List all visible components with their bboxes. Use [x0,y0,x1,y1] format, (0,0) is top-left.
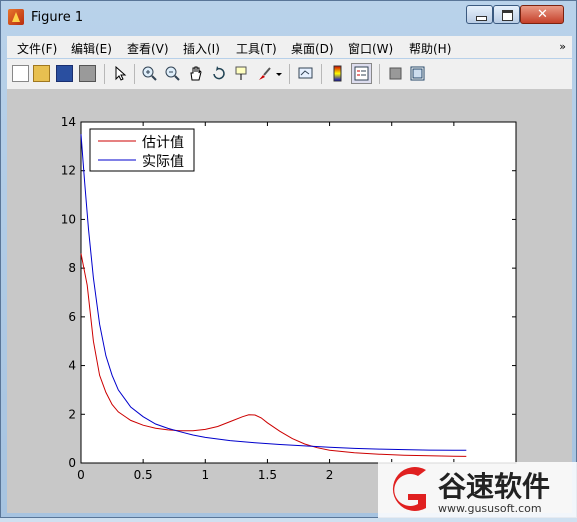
rotate-3d-icon[interactable] [210,65,227,82]
zoom-out-icon[interactable] [164,65,181,82]
close-button[interactable]: ✕ [520,5,564,24]
x-tick-label: 1.5 [258,468,277,482]
y-tick-label: 14 [61,115,76,129]
line-chart[interactable]: 0 0.5 1 1.5 2 0 2 4 6 8 10 12 14 估计值实际值 [7,90,572,513]
menu-file[interactable]: 文件(F) [17,40,57,57]
zoom-in-icon[interactable] [141,65,158,82]
menu-edit[interactable]: 编辑(E) [71,40,112,57]
hide-plot-tools-icon[interactable] [387,65,404,82]
pan-hand-icon[interactable] [187,65,204,82]
close-icon: ✕ [537,7,548,22]
open-file-icon[interactable] [33,65,50,82]
x-tick-label: 1 [201,468,209,482]
watermark-url: www.gususoft.com [438,502,542,515]
data-cursor-icon[interactable] [233,65,250,82]
figure-canvas: 0 0.5 1 1.5 2 0 2 4 6 8 10 12 14 估计值实际值 [7,90,572,513]
menu-tools[interactable]: 工具(T) [236,40,277,57]
legend-toggle-icon[interactable] [351,63,372,84]
maximize-icon [502,10,513,21]
y-tick-label: 2 [68,407,76,421]
y-tick-label: 12 [61,164,76,178]
y-tick-label: 4 [68,359,76,373]
x-tick-label: 0.5 [134,468,153,482]
watermark-brand: 谷速软件 [438,470,550,503]
figure-window: Figure 1 ✕ 文件(F) 编辑(E) 查看(V) 插入(I) 工具(T)… [0,0,577,518]
save-icon[interactable] [56,65,73,82]
menu-desktop[interactable]: 桌面(D) [291,40,334,57]
axes-box [80,121,517,464]
title-bar[interactable]: Figure 1 ✕ [1,1,576,31]
brush-icon[interactable] [256,65,273,82]
x-tick-label: 2 [326,468,334,482]
figure-toolbar [7,59,572,90]
menu-bar: 文件(F) 编辑(E) 查看(V) 插入(I) 工具(T) 桌面(D) 窗口(W… [7,36,572,58]
window-title: Figure 1 [31,10,84,25]
print-icon[interactable] [79,65,96,82]
minimize-button[interactable] [466,5,493,24]
y-tick-label: 10 [61,212,76,226]
menu-help[interactable]: 帮助(H) [409,40,451,57]
pointer-arrow-icon[interactable] [111,65,128,82]
menu-window[interactable]: 窗口(W) [348,40,393,57]
show-plot-tools-icon[interactable] [409,65,426,82]
matlab-logo-icon [8,9,24,25]
legend-label-1: 实际值 [142,154,184,170]
y-tick-label: 0 [68,456,76,470]
minimize-icon [476,16,487,21]
dropdown-arrow-icon[interactable] [275,65,283,82]
link-plot-icon[interactable] [297,65,314,82]
watermark: 谷速软件 www.gususoft.com [378,460,577,518]
y-tick-label: 6 [68,310,76,324]
menu-overflow-icon[interactable]: » [559,40,566,53]
maximize-button[interactable] [493,5,520,24]
colorbar-icon[interactable] [329,65,346,82]
x-tick-label: 0 [77,468,85,482]
menu-insert[interactable]: 插入(I) [183,40,220,57]
legend-label-0: 估计值 [142,135,184,151]
menu-view[interactable]: 查看(V) [127,40,169,57]
y-tick-label: 8 [68,261,76,275]
new-figure-icon[interactable] [12,65,29,82]
